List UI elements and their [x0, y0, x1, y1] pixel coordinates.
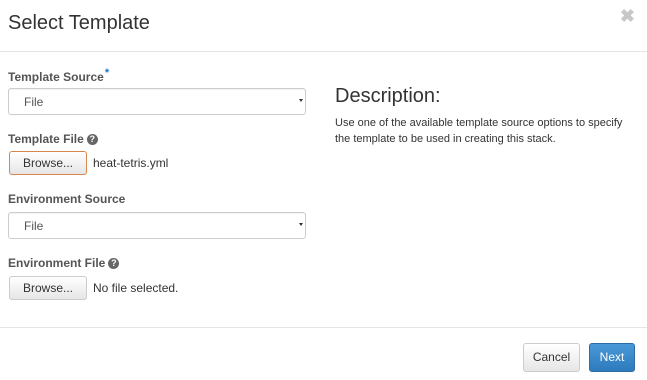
environment-source-select[interactable]: File [8, 212, 306, 239]
select-template-modal: Select Template ✖ Template Source* File … [0, 0, 647, 379]
modal-header: Select Template ✖ [0, 0, 647, 52]
environment-file-name: No file selected. [93, 281, 179, 295]
modal-title: Select Template [8, 12, 150, 34]
description-title: Description: [335, 85, 441, 107]
environment-file-label-text: Environment File [8, 256, 106, 270]
help-icon[interactable]: ? [108, 258, 120, 270]
template-source-label-text: Template Source [8, 70, 104, 84]
description-text: Use one of the available template source… [335, 117, 623, 145]
template-source-select[interactable]: File [8, 88, 306, 115]
environment-file-browse-button[interactable]: Browse... [9, 276, 87, 300]
environment-source-value: File [24, 219, 44, 233]
template-file-label-text: Template File [8, 132, 84, 146]
next-button[interactable]: Next [589, 343, 635, 372]
required-mark: * [104, 67, 110, 79]
template-file-label: Template File? [8, 132, 98, 146]
template-file-name: heat-tetris.yml [93, 156, 169, 170]
chevron-down-icon [299, 99, 303, 102]
template-file-browse-button[interactable]: Browse... [9, 151, 87, 175]
template-source-label: Template Source* [8, 67, 109, 84]
chevron-down-icon [299, 223, 303, 226]
close-icon[interactable]: ✖ [620, 6, 635, 27]
environment-source-label: Environment Source [8, 192, 126, 206]
template-source-value: File [24, 95, 44, 109]
environment-file-label: Environment File? [8, 256, 120, 270]
cancel-button[interactable]: Cancel [523, 343, 580, 372]
help-icon[interactable]: ? [86, 134, 98, 146]
